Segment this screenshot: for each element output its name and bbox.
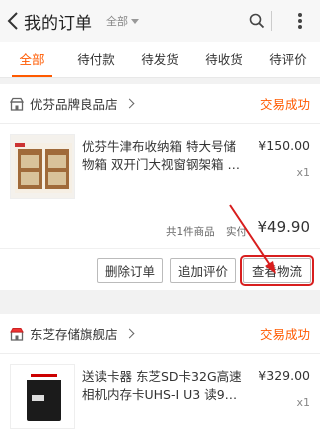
header-divider <box>271 11 272 31</box>
product-image <box>10 134 75 199</box>
order-summary: 共1件商品 实付 ¥49.90 <box>0 212 320 248</box>
shop-icon <box>10 327 24 341</box>
shop-name: 东芝存储旗舰店 <box>30 327 118 342</box>
order-status-tabs: 全部 待付款 待发货 待收货 待评价 <box>0 42 320 78</box>
order-actions: 删除订单 追加评价 查看物流 <box>0 248 320 290</box>
product-quantity: x1 <box>296 166 310 179</box>
tab-pending-review[interactable]: 待评价 <box>256 42 320 77</box>
back-button[interactable] <box>2 0 24 42</box>
product-price: ¥329.00 <box>258 368 310 383</box>
chevron-right-icon <box>124 328 134 339</box>
shop-name: 优芬品牌良品店 <box>30 97 118 112</box>
search-icon <box>249 13 265 29</box>
order-card: 优芬品牌良品店 交易成功 优芬牛津布收纳箱 特大号储物箱 双开门大视窗钢架箱 …… <box>0 84 320 290</box>
tab-pending-payment[interactable]: 待付款 <box>64 42 128 77</box>
order-scope-dropdown[interactable]: 全部 <box>106 13 139 29</box>
tab-pending-shipment[interactable]: 待发货 <box>128 42 192 77</box>
shop-icon <box>10 97 24 111</box>
order-status: 交易成功 <box>259 327 310 342</box>
product-image <box>10 364 75 429</box>
order-card: 东芝存储旗舰店 交易成功 送读卡器 东芝SD卡32G高速相机内存卡UHS-I U… <box>0 314 320 440</box>
paid-label: 实付 <box>226 226 247 238</box>
tab-all[interactable]: 全部 <box>0 42 64 77</box>
view-logistics-button[interactable]: 查看物流 <box>240 255 314 286</box>
back-chevron-icon <box>7 12 18 30</box>
product-quantity: x1 <box>296 396 310 409</box>
order-scope-label: 全部 <box>106 15 128 28</box>
more-button[interactable] <box>286 0 314 42</box>
shop-header[interactable]: 东芝存储旗舰店 交易成功 <box>0 314 320 354</box>
tab-pending-receipt[interactable]: 待收货 <box>192 42 256 77</box>
caret-down-icon <box>131 18 139 24</box>
order-item[interactable]: 优芬牛津布收纳箱 特大号储物箱 双开门大视窗钢架箱 … ¥150.00 x1 <box>0 124 320 212</box>
page-title: 我的订单 <box>24 13 92 34</box>
product-price: ¥150.00 <box>258 138 310 153</box>
paid-total: ¥49.90 <box>257 218 311 236</box>
chevron-right-icon <box>124 98 134 109</box>
more-vertical-icon <box>298 13 302 29</box>
order-item[interactable]: 送读卡器 东芝SD卡32G高速相机内存卡UHS-I U3 读9… ¥329.00… <box>0 354 320 440</box>
search-button[interactable] <box>243 0 271 42</box>
product-name: 优芬牛津布收纳箱 特大号储物箱 双开门大视窗钢架箱 … <box>82 139 240 172</box>
top-bar: 我的订单 全部 <box>0 0 320 42</box>
delete-order-button[interactable]: 删除订单 <box>97 258 163 283</box>
product-name: 送读卡器 东芝SD卡32G高速相机内存卡UHS-I U3 读9… <box>82 369 242 402</box>
shop-header[interactable]: 优芬品牌良品店 交易成功 <box>0 84 320 124</box>
order-status: 交易成功 <box>259 97 310 112</box>
add-review-button[interactable]: 追加评价 <box>170 258 236 283</box>
item-count: 共1件商品 <box>166 226 215 238</box>
